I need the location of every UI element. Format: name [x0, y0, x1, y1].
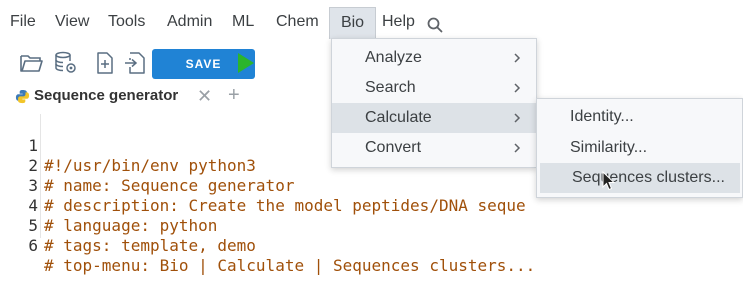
menu-bio[interactable]: Bio [329, 7, 376, 39]
run-icon[interactable] [236, 52, 256, 74]
menu-view[interactable]: View [55, 6, 89, 38]
tab-label: Sequence generator [34, 87, 179, 104]
close-tab-icon[interactable]: ✕ [197, 86, 212, 107]
chevron-right-icon [514, 53, 521, 63]
calculate-submenu: Identity... Similarity... Sequences clus… [536, 98, 743, 198]
menu-item-identity[interactable]: Identity... [537, 102, 742, 132]
code-text: # top-menu: Bio | Calculate | Sequences … [44, 256, 536, 275]
code-line: 2 # name: Sequence generator [0, 136, 294, 195]
menu-item-label: Similarity... [570, 139, 648, 156]
menu-item-search[interactable]: Search [332, 73, 536, 103]
code-text: # name: Sequence generator [44, 176, 295, 195]
chevron-right-icon [514, 83, 521, 93]
menu-item-similarity[interactable]: Similarity... [537, 133, 742, 163]
code-line: 4 # language: python [0, 176, 217, 235]
tab-strip: Sequence generator ✕ + [0, 84, 330, 112]
menu-tools[interactable]: Tools [108, 6, 145, 38]
chevron-right-icon [514, 143, 521, 153]
menu-help[interactable]: Help [382, 6, 415, 38]
chevron-right-icon [514, 113, 521, 123]
menu-admin[interactable]: Admin [167, 6, 212, 38]
code-text: #!/usr/bin/env python3 [44, 156, 256, 175]
menu-file[interactable]: File [10, 6, 36, 38]
code-line: 1 #!/usr/bin/env python3 [0, 116, 256, 175]
open-folder-icon[interactable] [18, 50, 44, 76]
code-line: 6 # top-menu: Bio | Calculate | Sequence… [0, 216, 535, 275]
add-file-icon[interactable] [92, 50, 118, 76]
menu-item-label: Search [365, 79, 416, 96]
menu-item-calculate[interactable]: Calculate [332, 103, 536, 133]
menu-chem[interactable]: Chem [276, 6, 319, 38]
database-settings-icon[interactable] [53, 50, 79, 76]
import-file-icon[interactable] [122, 50, 148, 76]
line-number: 6 [28, 236, 38, 255]
search-icon[interactable] [426, 16, 444, 34]
menu-item-label: Calculate [365, 109, 432, 126]
add-tab-icon[interactable]: + [228, 84, 240, 107]
python-icon [15, 89, 30, 104]
menu-ml[interactable]: ML [232, 6, 254, 38]
toolbar: SAVE [0, 44, 330, 84]
code-line: 5 # tags: template, demo [0, 196, 256, 255]
menu-item-label: Sequences clusters... [572, 169, 725, 186]
menu-item-label: Convert [365, 139, 422, 156]
bio-menu: Analyze Search Calculate Convert [331, 38, 537, 168]
code-line: 3 # description: Create the model peptid… [0, 156, 525, 215]
code-text: # description: Create the model peptides… [44, 196, 526, 215]
editor-gutter [40, 114, 41, 238]
menu-item-label: Analyze [365, 49, 422, 66]
menu-item-convert[interactable]: Convert [332, 133, 536, 163]
menu-item-sequences-clusters[interactable]: Sequences clusters... [540, 163, 740, 193]
menu-item-analyze[interactable]: Analyze [332, 43, 536, 73]
code-text: # language: python [44, 216, 218, 235]
menu-item-label: Identity... [570, 108, 634, 125]
code-text: # tags: template, demo [44, 236, 256, 255]
mouse-cursor-icon [602, 171, 616, 191]
